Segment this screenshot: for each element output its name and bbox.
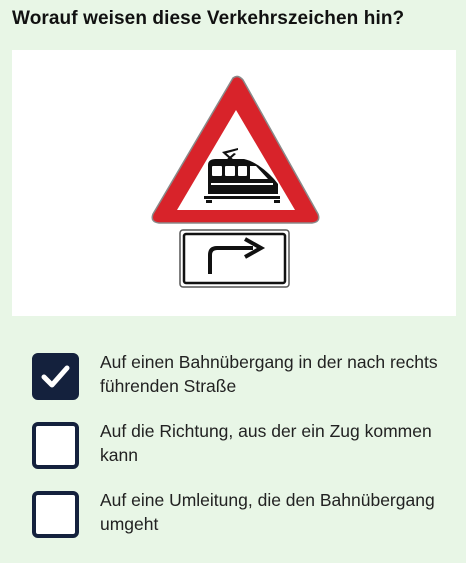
arrow-right-turn-sign-icon <box>179 229 290 288</box>
answer-option-1[interactable]: Auf einen Bahnübergang in der nach recht… <box>0 345 466 407</box>
question-title: Worauf weisen diese Verkehrszeichen hin? <box>12 8 405 29</box>
answer-text-1: Auf einen Bahnübergang in der nach recht… <box>100 352 438 396</box>
answer-text-3: Auf eine Umleitung, die den Bahnübergang… <box>100 490 435 534</box>
answer-text-2: Auf die Richtung, aus der ein Zug kommen… <box>100 421 432 465</box>
question-image <box>12 50 456 316</box>
answer-option-3[interactable]: Auf eine Umleitung, die den Bahnübergang… <box>0 483 466 545</box>
answer-checkbox-1[interactable] <box>32 353 79 400</box>
answer-checkbox-2[interactable] <box>32 422 79 469</box>
answer-option-2[interactable]: Auf die Richtung, aus der ein Zug kommen… <box>0 414 466 476</box>
train-warning-sign-icon <box>151 75 320 224</box>
checkmark-icon <box>41 365 70 388</box>
answer-checkbox-3[interactable] <box>32 491 79 538</box>
